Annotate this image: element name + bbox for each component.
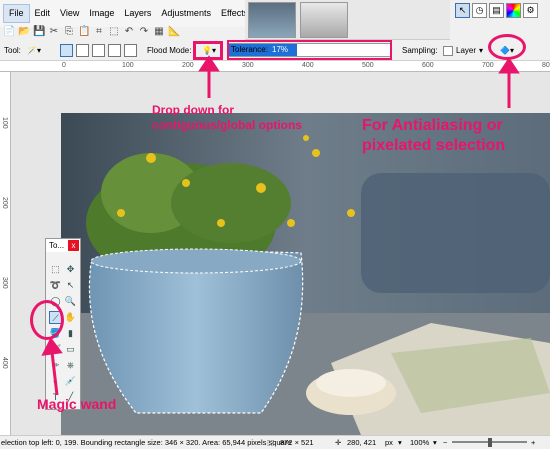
antialiasing-annotation: For Antialiasing or pixelated selection <box>362 117 506 154</box>
magic-wand-annotation: Magic wand <box>37 396 117 412</box>
flood-mode-annotation: Drop down for contiguous/global options <box>152 103 302 132</box>
annotation-arrows <box>41 55 520 396</box>
